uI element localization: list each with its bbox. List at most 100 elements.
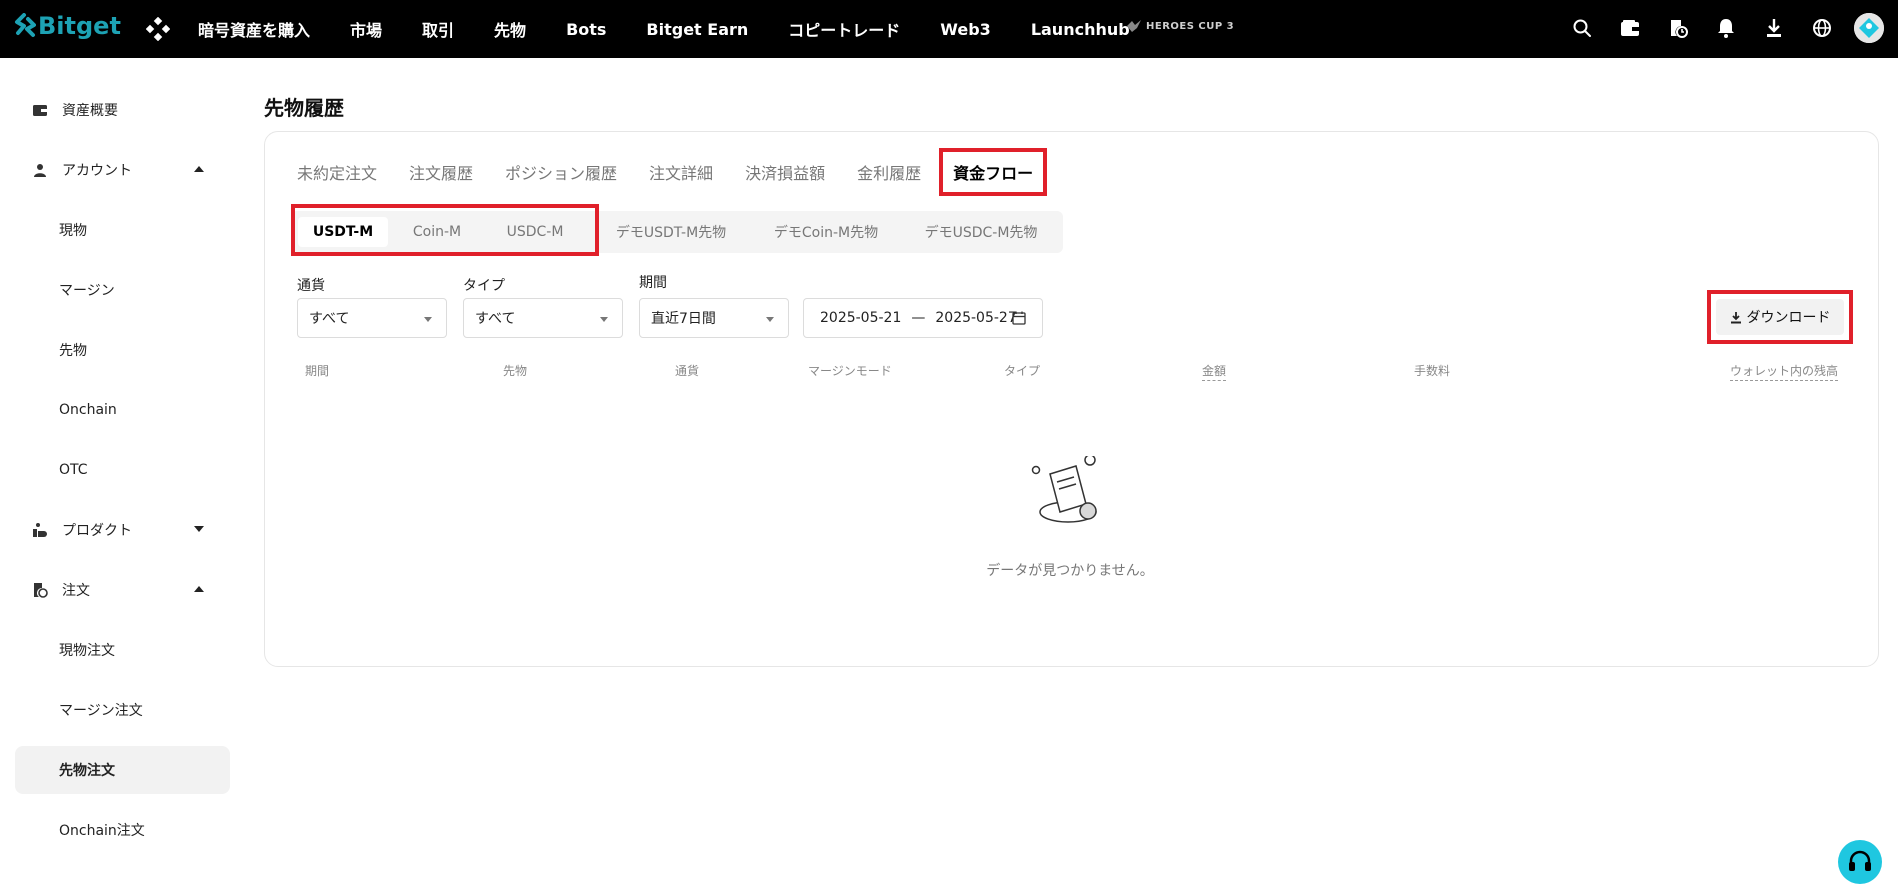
currency-select[interactable]: すべて (297, 298, 447, 338)
sidebar-item-label: OTC (59, 462, 88, 478)
column-header-amount[interactable]: 金額 (1202, 362, 1227, 381)
tab-order-history[interactable]: 注文履歴 (409, 160, 473, 184)
empty-state-text: データが見つかりません。 (986, 563, 1154, 579)
date-range-picker[interactable]: 2025-05-21 — 2025-05-27 (803, 298, 1043, 338)
type-filter-label: タイプ (463, 278, 505, 294)
calendar-icon (1012, 311, 1026, 325)
sidebar-item-margin-orders[interactable]: マージン注文 (15, 686, 230, 734)
segment-demo-usdc-m[interactable]: デモUSDC-M先物 (901, 217, 1061, 247)
dropdown-arrow-icon (424, 317, 432, 322)
period-filter-label: 期間 (639, 275, 667, 291)
nav-trade[interactable]: 取引 (422, 17, 454, 41)
segment-demo-usdt-m[interactable]: デモUSDT-M先物 (591, 217, 751, 247)
order-history-icon[interactable] (1666, 16, 1690, 40)
tab-funding-history[interactable]: 金利履歴 (857, 160, 921, 184)
empty-state-illustration (1031, 456, 1097, 523)
period-select-value: 直近7日間 (651, 311, 716, 327)
download-button-label: ダウンロード (1746, 310, 1831, 326)
chevron-down-icon (194, 526, 204, 532)
tab-realized-pnl[interactable]: 決済損益額 (745, 160, 825, 184)
download-icon (1730, 311, 1741, 323)
column-header-wallet-balance[interactable]: ウォレット内の残高 (1730, 362, 1839, 381)
type-select-value: すべて (475, 311, 516, 327)
date-separator: — (911, 310, 926, 326)
type-select[interactable]: すべて (463, 298, 623, 338)
sidebar-item-label: アカウント (62, 163, 132, 179)
sidebar-item-label: 先物注文 (59, 763, 115, 779)
nav-futures[interactable]: 先物 (494, 17, 526, 41)
top-navigation-bar: Bitget 暗号資産を購入 市場 取引 先物 Bots Bitget Earn… (0, 0, 1898, 58)
download-app-icon[interactable] (1762, 16, 1786, 40)
sidebar-item-label: 注文 (62, 583, 90, 599)
bitget-logo-icon (15, 13, 36, 37)
nav-bitget-earn[interactable]: Bitget Earn (646, 20, 748, 39)
nav-web3[interactable]: Web3 (940, 20, 991, 39)
sidebar-item-assets-overview[interactable]: 資産概要 (15, 86, 230, 134)
sidebar-item-label: 現物注文 (59, 643, 115, 659)
wallet-icon (33, 105, 47, 116)
sidebar-item-futures[interactable]: 先物 (15, 326, 230, 374)
search-icon[interactable] (1570, 16, 1594, 40)
notification-bell-icon[interactable] (1714, 16, 1738, 40)
nav-markets[interactable]: 市場 (350, 17, 382, 41)
column-header-period: 期間 (305, 364, 330, 378)
sidebar-item-onchain[interactable]: Onchain (15, 386, 230, 434)
sidebar-item-margin[interactable]: マージン (15, 266, 230, 314)
sidebar-item-otc[interactable]: OTC (15, 446, 230, 494)
period-select[interactable]: 直近7日間 (639, 298, 789, 338)
column-header-margin-mode: マージンモード (808, 364, 892, 378)
user-icon (34, 164, 46, 177)
highlight-box-segments (291, 204, 599, 256)
tab-order-details[interactable]: 注文詳細 (649, 160, 713, 184)
dropdown-arrow-icon (766, 317, 774, 322)
nav-buy-crypto[interactable]: 暗号資産を購入 (198, 17, 310, 41)
sidebar-item-label: Onchain注文 (59, 823, 145, 839)
bitget-logo[interactable]: Bitget (14, 12, 121, 40)
user-avatar[interactable] (1854, 13, 1884, 43)
sidebar-item-label: 現物 (59, 223, 87, 239)
product-icon (33, 523, 47, 537)
sidebar-item-futures-orders[interactable]: 先物注文 (15, 746, 230, 794)
heroes-cup-promo[interactable]: HEROES CUP 3 (1126, 19, 1234, 33)
sidebar-item-label: マージン (59, 283, 115, 299)
heroes-cup-label: HEROES CUP 3 (1146, 20, 1235, 32)
history-tabs: 未約定注文 注文履歴 ポジション履歴 注文詳細 決済損益額 金利履歴 資金フロー (297, 147, 1079, 196)
wallet-icon[interactable] (1618, 16, 1642, 40)
page-title: 先物履歴 (264, 96, 344, 120)
column-header-type: タイプ (1004, 364, 1041, 378)
sidebar-item-label: プロダクト (62, 523, 132, 539)
chevron-up-icon (194, 586, 204, 592)
tab-funds-flow[interactable]: 資金フロー (939, 147, 1048, 196)
segment-demo-coin-m[interactable]: デモCoin-M先物 (751, 217, 901, 247)
sidebar-item-label: マージン注文 (59, 703, 143, 719)
sidebar-item-spot-orders[interactable]: 現物注文 (15, 626, 230, 674)
sidebar-item-products[interactable]: プロダクト (15, 506, 230, 554)
column-header-fee: 手数料 (1414, 364, 1451, 378)
nav-launchhub[interactable]: Launchhub (1031, 20, 1130, 39)
sidebar-item-account[interactable]: アカウント (15, 146, 230, 194)
sidebar-item-spot[interactable]: 現物 (15, 206, 230, 254)
language-globe-icon[interactable] (1810, 16, 1834, 40)
tab-position-history[interactable]: ポジション履歴 (505, 160, 617, 184)
currency-filter-label: 通貨 (297, 278, 325, 294)
nav-bots[interactable]: Bots (566, 20, 606, 39)
brand-name: Bitget (38, 12, 121, 40)
top-right-icons (1546, 13, 1884, 43)
tab-open-orders[interactable]: 未約定注文 (297, 160, 377, 184)
nav-copy-trade[interactable]: コピートレード (788, 17, 900, 41)
order-icon (34, 583, 48, 598)
avatar-icon (1854, 13, 1884, 43)
column-header-currency: 通貨 (675, 364, 700, 378)
sidebar-item-label: 先物 (59, 343, 87, 359)
date-start: 2025-05-21 (820, 310, 902, 326)
chevron-up-icon (194, 166, 204, 172)
currency-select-value: すべて (309, 311, 350, 327)
download-button[interactable]: ダウンロード (1716, 299, 1844, 335)
apps-grid-icon[interactable] (145, 16, 171, 42)
headset-icon (1849, 850, 1871, 871)
sidebar-item-label: Onchain (59, 402, 117, 418)
main-nav: 暗号資産を購入 市場 取引 先物 Bots Bitget Earn コピートレー… (198, 0, 1170, 58)
sidebar-item-label: 資産概要 (62, 103, 118, 119)
customer-support-button[interactable] (1838, 840, 1882, 884)
sidebar-item-onchain-orders[interactable]: Onchain注文 (15, 806, 230, 854)
